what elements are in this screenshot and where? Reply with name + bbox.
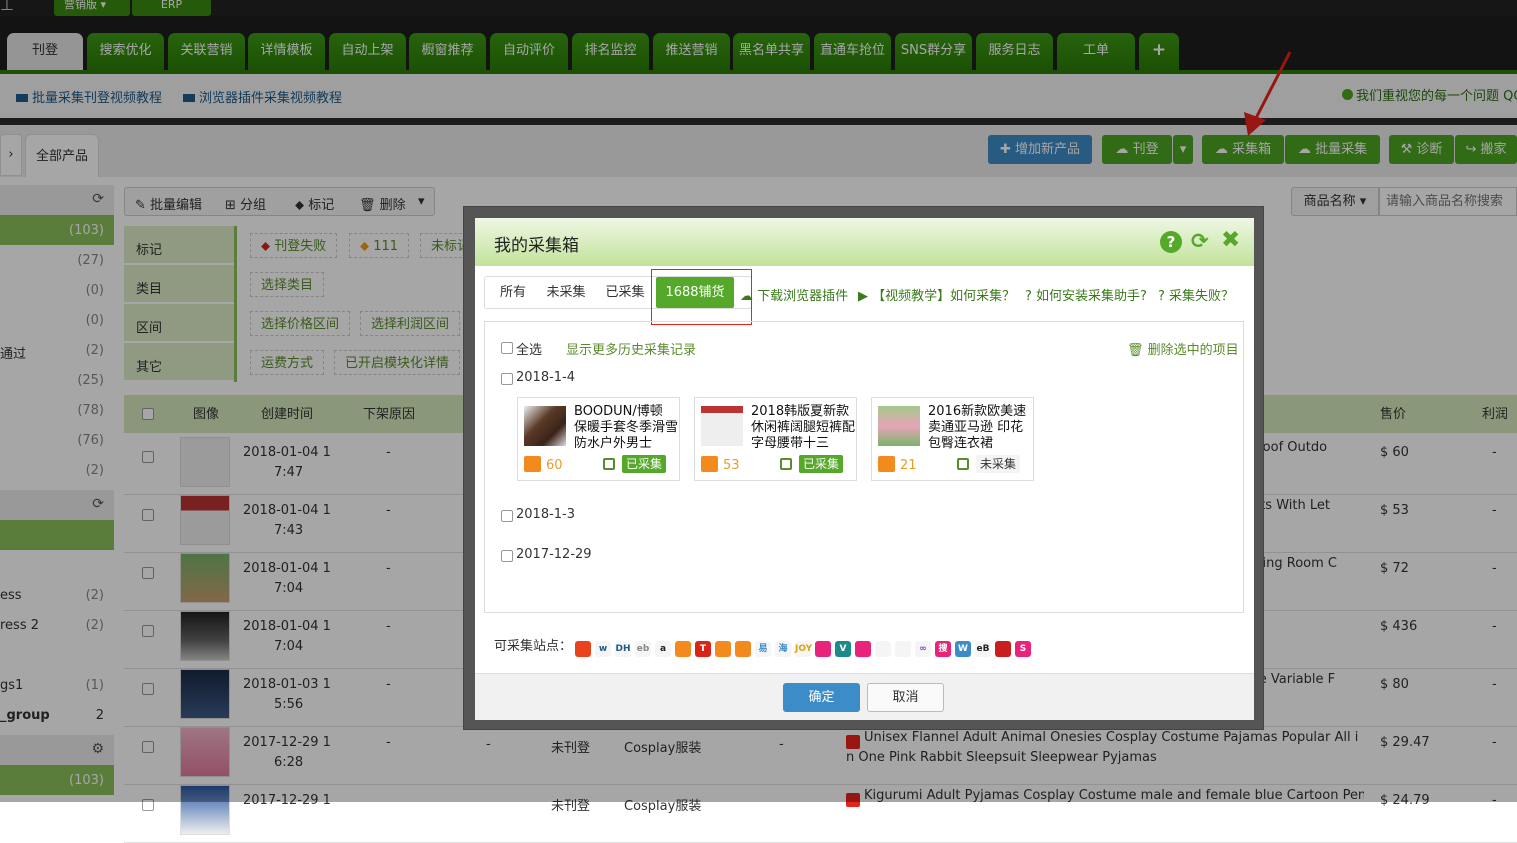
product-card[interactable]: 2016新款欧美速卖通亚马逊 印花包臀连衣裙 21 未采集: [871, 397, 1034, 481]
highlight-box-annotation: [651, 269, 752, 325]
confirm-button[interactable]: 确定: [783, 683, 860, 712]
site-icon: W: [955, 641, 971, 657]
site-icon: [995, 641, 1011, 657]
product-count: 53: [723, 458, 740, 473]
modal-tab-collected[interactable]: 已采集: [600, 276, 650, 309]
collect-failed-link[interactable]: ? 采集失败？: [1158, 285, 1234, 304]
site-icon: [675, 641, 691, 657]
date-group-label: 2017-12-29: [516, 547, 592, 562]
collect-failed-label: 采集失败？: [1169, 289, 1235, 304]
modal-tab-all[interactable]: 所有: [495, 276, 531, 309]
date-group-label: 2018-1-3: [516, 507, 576, 522]
product-title: 2016新款欧美速卖通亚马逊 印花包臀连衣裙: [928, 404, 1027, 451]
product-card[interactable]: BOODUN/博顿 保暖手套冬季滑雪防水户外男士 60 已采集: [517, 397, 680, 481]
modal-title: 我的采集箱: [494, 236, 579, 256]
sites-label: 可采集站点：: [494, 639, 573, 654]
video-tutorial-label: 【视频教学】如何采集？: [872, 289, 1016, 304]
product-thumbnail: [701, 406, 743, 446]
download-plugin-label: 下载浏览器插件: [757, 289, 849, 304]
site-icon: [735, 641, 751, 657]
site-icon: w: [595, 641, 611, 657]
product-count: 21: [900, 458, 917, 473]
site-icon: 海: [775, 641, 791, 657]
site-icon: DH: [615, 641, 631, 657]
video-tutorial-link[interactable]: ▶ 【视频教学】如何采集？: [858, 285, 1015, 304]
date-group-label: 2018-1-4: [516, 370, 576, 385]
download-plugin-link[interactable]: ☁ 下载浏览器插件: [740, 285, 848, 304]
date-checkbox[interactable]: [501, 550, 513, 562]
help-icon[interactable]: ?: [1160, 231, 1182, 253]
install-helper-link[interactable]: ? 如何安装采集助手?: [1025, 285, 1147, 304]
site-icon: [815, 641, 831, 657]
delete-selected-label: 删除选中的项目: [1147, 343, 1239, 358]
site-icon: a: [655, 641, 671, 657]
source-1688-icon: [524, 456, 541, 472]
site-icon: [895, 641, 911, 657]
site-icon: [875, 641, 891, 657]
date-checkbox[interactable]: [501, 373, 513, 385]
site-icon: 易: [755, 641, 771, 657]
share-icon[interactable]: [603, 458, 615, 470]
site-icon: [575, 641, 591, 657]
share-icon[interactable]: [780, 458, 792, 470]
collect-status-badge: 已采集: [799, 455, 844, 473]
product-count: 60: [546, 458, 563, 473]
site-icon: JOY: [795, 641, 812, 657]
install-helper-label: 如何安装采集助手?: [1036, 289, 1147, 304]
product-thumbnail: [524, 406, 566, 446]
source-1688-icon: [701, 456, 718, 472]
refresh-icon[interactable]: ⟳: [1191, 229, 1209, 253]
product-title: BOODUN/博顿 保暖手套冬季滑雪防水户外男士: [574, 404, 678, 451]
select-all-label: 全选: [516, 343, 543, 358]
site-icon: 搜: [935, 641, 951, 657]
source-1688-icon: [878, 456, 895, 472]
date-checkbox[interactable]: [501, 510, 513, 522]
modal-tab-uncollected[interactable]: 未采集: [541, 276, 591, 309]
modal-header: 我的采集箱 ? ⟳ ✖: [475, 218, 1254, 266]
collect-status-badge: 未采集: [976, 455, 1021, 473]
history-link[interactable]: 显示更多历史采集记录: [566, 339, 696, 358]
site-icon: ∞: [915, 641, 931, 657]
close-icon[interactable]: ✖: [1221, 227, 1240, 253]
site-icon: T: [695, 641, 711, 657]
product-title: 2018韩版夏新款休闲裤阔腿短裤配字母腰带十三: [751, 404, 855, 451]
collect-box-modal: 我的采集箱 ? ⟳ ✖ 所有 未采集 已采集 1688铺货 ☁ 下载浏览器插件 …: [463, 206, 1264, 730]
share-icon[interactable]: [957, 458, 969, 470]
collect-status-badge: 已采集: [622, 455, 667, 473]
site-icon: [715, 641, 731, 657]
cancel-button[interactable]: 取消: [867, 683, 944, 712]
modal-footer: 确定 取消: [475, 673, 1254, 720]
site-icon: V: [835, 641, 851, 657]
product-card[interactable]: 2018韩版夏新款休闲裤阔腿短裤配字母腰带十三 53 已采集: [694, 397, 857, 481]
select-all-checkbox[interactable]: [501, 342, 513, 354]
product-thumbnail: [878, 406, 920, 446]
modal-body: 我的采集箱 ? ⟳ ✖ 所有 未采集 已采集 1688铺货 ☁ 下载浏览器插件 …: [475, 218, 1254, 720]
delete-selected-link[interactable]: 🗑 删除选中的项目: [1127, 339, 1239, 358]
site-icon: S: [1015, 641, 1031, 657]
site-icon: eb: [635, 641, 651, 657]
site-icon: eB: [975, 641, 991, 657]
site-icon: [855, 641, 871, 657]
